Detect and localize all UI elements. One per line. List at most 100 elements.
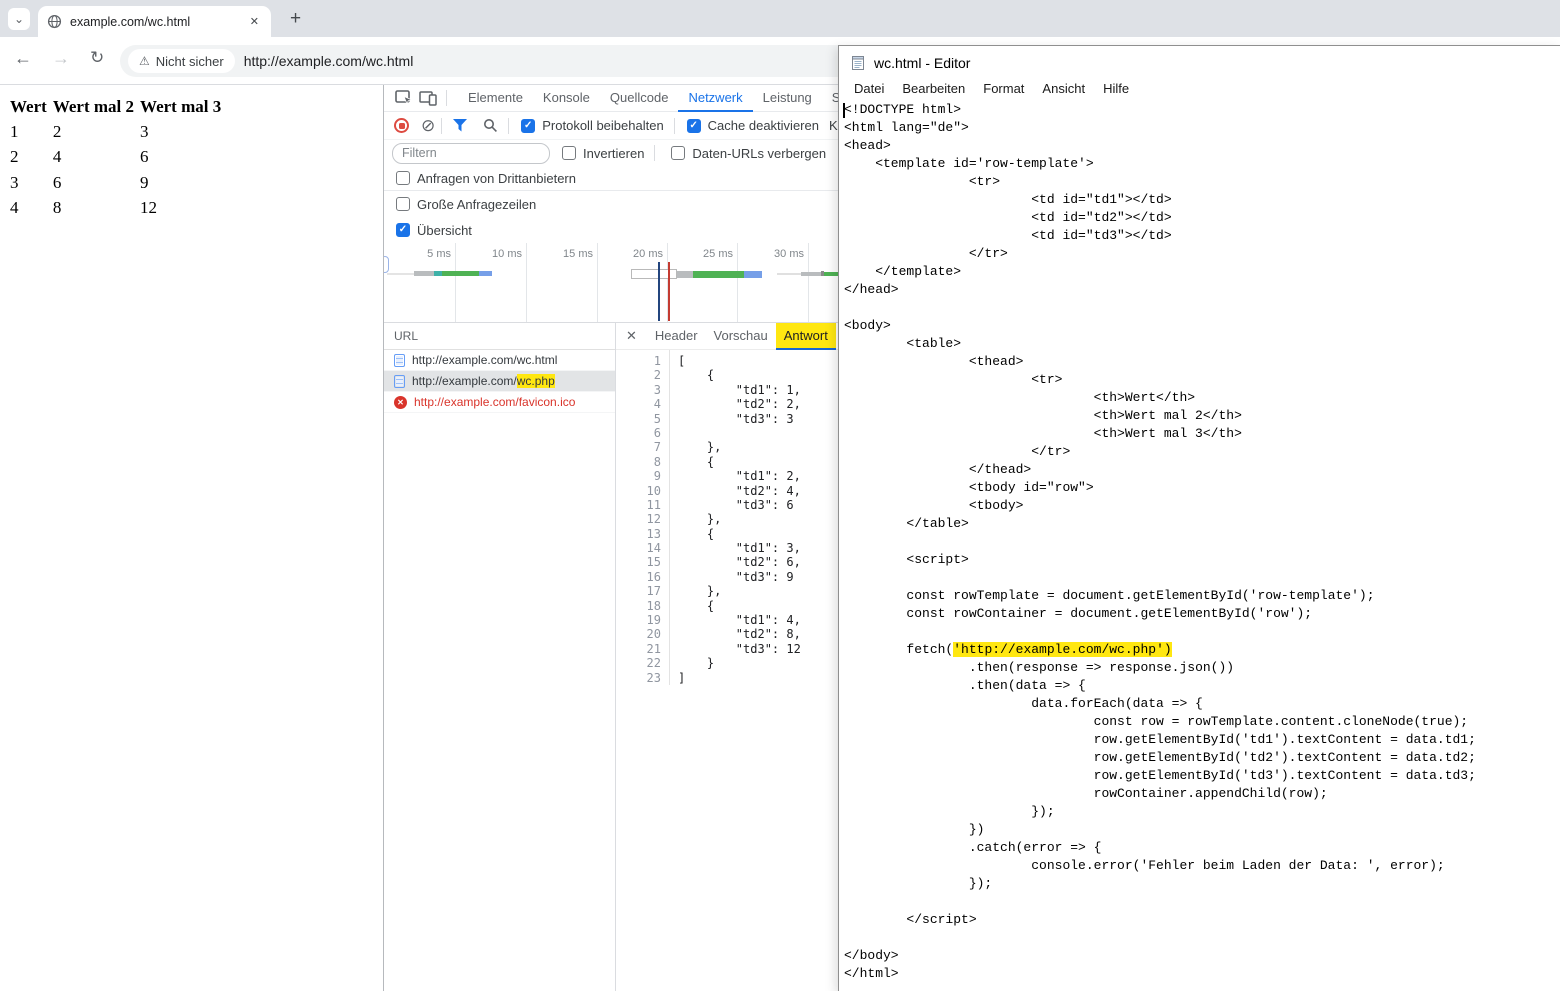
overview-checkbox[interactable]: ✓ (396, 223, 410, 237)
menu-hilfe[interactable]: Hilfe (1094, 79, 1138, 99)
third-party-checkbox[interactable]: ✓ (396, 171, 410, 185)
devtools-tab-elemente[interactable]: Elemente (458, 85, 533, 112)
page-table-row: 123 (8, 120, 223, 143)
page-table-cell: 3 (8, 171, 49, 194)
editor-titlebar[interactable]: wc.html - Editor (839, 46, 1560, 79)
close-tab-icon[interactable]: ✕ (247, 13, 262, 30)
page-table-row: 246 (8, 145, 223, 168)
response-tab-vorschau[interactable]: Vorschau (706, 323, 776, 350)
error-icon: ✕ (394, 396, 407, 409)
new-tab-button[interactable]: + (284, 6, 307, 32)
inspect-element-icon[interactable] (392, 86, 416, 110)
record-network-log-icon[interactable] (394, 118, 409, 133)
request-url: http://example.com/wc.html (412, 353, 557, 367)
menu-datei[interactable]: Datei (845, 79, 893, 99)
editor-window[interactable]: wc.html - Editor DateiBearbeitenFormatAn… (838, 45, 1560, 991)
line-number: 5 (616, 412, 661, 426)
search-highlight: wc.php (517, 374, 555, 388)
request-row[interactable]: http://example.com/wc.php (384, 371, 615, 392)
check-icon: ✓ (524, 121, 532, 131)
devtools-tab-konsole[interactable]: Konsole (533, 85, 600, 112)
big-request-rows-checkbox[interactable]: ✓ (396, 197, 410, 211)
devtools-tab-quellcode[interactable]: Quellcode (600, 85, 679, 112)
back-icon[interactable]: ← (14, 48, 32, 69)
close-icon[interactable]: ✕ (626, 328, 637, 344)
invert-checkbox[interactable]: ✓ (562, 146, 576, 160)
line-number: 20 (616, 627, 661, 641)
browser-tab[interactable]: example.com/wc.html ✕ (38, 6, 271, 37)
page-table-cell: 9 (138, 171, 223, 194)
page-table-row: 369 (8, 171, 223, 194)
line-number: 15 (616, 555, 661, 569)
line-number: 7 (616, 440, 661, 454)
request-list-panel: URL http://example.com/wc.html http://exa… (384, 323, 616, 991)
line-number: 6 (616, 426, 661, 440)
code-line: }, (678, 584, 801, 598)
code-line: "td1": 1, (678, 383, 801, 397)
device-toolbar-icon[interactable] (416, 86, 440, 110)
page-table-cell: 12 (138, 196, 223, 219)
code-line: "td1": 3, (678, 541, 801, 555)
page-table-cell: 8 (51, 196, 136, 219)
tick-label: 30 ms (746, 248, 804, 260)
check-icon: ✓ (399, 225, 407, 235)
check-icon: ✓ (689, 121, 697, 131)
security-badge-label: Nicht sicher (156, 54, 224, 69)
code-line: } (678, 656, 801, 670)
line-number: 16 (616, 570, 661, 584)
text-caret (843, 103, 845, 118)
reload-icon[interactable]: ↻ (90, 48, 104, 68)
line-number: 10 (616, 484, 661, 498)
editor-window-title: wc.html - Editor (874, 55, 970, 71)
devtools-tab-leistung[interactable]: Leistung (753, 85, 822, 112)
code-line: { (678, 455, 801, 469)
line-number: 9 (616, 469, 661, 483)
preserve-log-checkbox[interactable]: ✓ (521, 119, 535, 133)
network-filter-input[interactable] (392, 143, 550, 164)
search-icon[interactable] (478, 114, 502, 138)
hide-data-urls-checkbox[interactable]: ✓ (671, 146, 685, 160)
line-number: 11 (616, 498, 661, 512)
devtools-tab-netzwerk[interactable]: Netzwerk (678, 85, 752, 112)
page-table-header-row: WertWert mal 2Wert mal 3 (8, 96, 223, 118)
line-number: 2 (616, 368, 661, 382)
chevron-down-icon: ⌄ (14, 12, 24, 26)
forward-icon: → (52, 48, 70, 69)
menu-bearbeiten[interactable]: Bearbeiten (893, 79, 974, 99)
disable-cache-label: Cache deaktivieren (708, 118, 819, 133)
url-text[interactable]: http://example.com/wc.html (244, 53, 414, 69)
page-table-cell: 1 (8, 120, 49, 143)
response-tab-antwort[interactable]: Antwort (776, 323, 836, 350)
tab-search-button[interactable]: ⌄ (8, 8, 30, 30)
divider (674, 118, 675, 134)
tick-label: 20 ms (605, 248, 663, 260)
line-number: 1 (616, 354, 661, 368)
response-code: [ { "td1": 1, "td2": 2, "td3": 3 }, { "t… (670, 350, 801, 685)
code-line: "td1": 4, (678, 613, 801, 627)
line-number: 18 (616, 599, 661, 613)
menu-format[interactable]: Format (974, 79, 1033, 99)
security-badge[interactable]: ⚠ Nicht sicher (128, 49, 235, 73)
response-gutter: 1234567891011121314151617181920212223 (616, 350, 670, 685)
page-table-header: Wert mal 2 (51, 96, 136, 118)
code-line: "td3": 12 (678, 642, 801, 656)
request-row[interactable]: ✕http://example.com/favicon.ico (384, 392, 615, 413)
filter-funnel-icon[interactable] (448, 114, 472, 138)
response-tab-header[interactable]: Header (647, 323, 706, 350)
code-line: { (678, 527, 801, 541)
line-number: 14 (616, 541, 661, 555)
editor-text-area[interactable]: <!DOCTYPE html> <html lang="de"> <head> … (839, 99, 1560, 991)
menu-ansicht[interactable]: Ansicht (1033, 79, 1094, 99)
code-line: }, (678, 440, 801, 454)
waterfall-bar-wc-php (631, 269, 762, 279)
page-table-header: Wert mal 3 (138, 96, 223, 118)
gridline (526, 243, 527, 322)
line-number: 19 (616, 613, 661, 627)
request-row[interactable]: http://example.com/wc.html (384, 350, 615, 371)
disable-cache-checkbox[interactable]: ✓ (687, 119, 701, 133)
divider (441, 118, 442, 134)
clear-network-log-icon[interactable]: ⊘ (421, 117, 435, 134)
url-column-header[interactable]: URL (384, 323, 615, 350)
code-line: "td2": 8, (678, 627, 801, 641)
code-line: [ (678, 354, 801, 368)
